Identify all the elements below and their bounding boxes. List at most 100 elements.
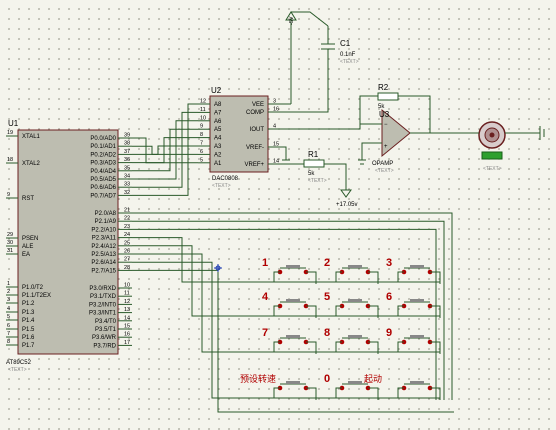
u1-pin-label: XTAL2 [22, 161, 41, 167]
u1-pin-label: XTAL1 [22, 134, 41, 140]
neg-supply: -5V [285, 11, 329, 104]
u1-text-tag: <TEXT> [8, 367, 27, 373]
u1-pin-num: 26 [124, 249, 130, 255]
u2-pin-num: 10 [200, 115, 206, 121]
u1-pin-label: P3.1/TXD [90, 294, 117, 300]
u1-pin-label: P3.0/RXD [89, 286, 116, 292]
capacitor-c1[interactable]: C1 0.1nF <TEXT> [268, 26, 359, 113]
u1-pin-label: P1.3 [22, 310, 35, 316]
key-label: 预设转速 [240, 373, 276, 384]
u1-pin-label: P0.2/AD2 [90, 152, 116, 158]
u1-pin-label: P1.4 [22, 318, 35, 324]
r1-text-tag: <TEXT> [308, 178, 327, 184]
key-label: 8 [324, 327, 330, 339]
u1-pin-num: 33 [124, 182, 130, 188]
u1-pin-num: 27 [124, 257, 130, 263]
u1-pin-num: 30 [7, 240, 13, 246]
u1-pin-label: P0.7/AD7 [90, 193, 116, 199]
key-label: 4 [262, 291, 269, 303]
key-2[interactable]: 2 [324, 257, 379, 284]
key-label: 起动 [364, 374, 382, 384]
u1-pin-label: P2.3/A11 [92, 236, 117, 242]
u3-part: OPAMP [372, 161, 393, 167]
u1-pin-label: P1.6 [22, 335, 35, 341]
key-3[interactable]: 3 [386, 257, 441, 284]
key-label: 7 [262, 327, 268, 339]
u2-pin-num: 7 [200, 141, 203, 147]
key-label: 5 [324, 291, 330, 303]
u1-pin-label: P0.6/AD6 [90, 185, 116, 191]
r2-ref: R2 [378, 83, 389, 92]
u1-pin-num: 25 [124, 240, 130, 246]
r1-value: 5k [308, 171, 315, 177]
key-1[interactable]: 1 [262, 257, 317, 284]
u1-pin-num: 18 [7, 157, 13, 163]
neg-supply-label: -5V [289, 16, 295, 25]
u1-pin-num: 32 [124, 190, 130, 196]
u1-pin-label: P0.1/AD1 [90, 144, 116, 150]
u3-ref: U3 [379, 110, 390, 119]
u2-pin-label: A7 [214, 110, 222, 116]
u2-pin-label: A8 [214, 102, 222, 108]
u2-pin-num: 8 [200, 132, 203, 138]
u1-pin-num: 8 [7, 339, 10, 345]
u2-pin-label: VREF- [246, 145, 264, 151]
u1-pin-num: 6 [7, 323, 10, 329]
u2-dac[interactable]: U2 12A811A710A69A58A47A36A25A1 3VEE16COM… [198, 86, 282, 189]
u1-pin-num: 37 [124, 149, 130, 155]
u2-pin-label: COMP [246, 110, 264, 116]
u1-pin-num: 14 [124, 315, 130, 321]
u1-pin-label: P2.7/A15 [91, 268, 116, 274]
svg-text:+: + [384, 144, 388, 150]
dc-motor[interactable]: <TEXT> [470, 121, 545, 172]
key-8[interactable]: 8 [324, 327, 379, 354]
u1-pin-num: 13 [124, 307, 130, 313]
key-label: 2 [324, 257, 330, 269]
u2-pin-num: 6 [200, 149, 203, 155]
u2-pin-label: VEE [252, 102, 264, 108]
u1-pin-label: P3.5/T1 [95, 327, 117, 333]
u1-pin-label: P2.0/A8 [95, 211, 117, 217]
key-9[interactable]: 9 [386, 327, 441, 354]
keypad[interactable]: 1 2 3 4 5 6 7 8 9 预设转速 0 起动 [240, 257, 441, 400]
u1-pin-num: 7 [7, 331, 10, 337]
u2-ref: U2 [211, 86, 222, 95]
c1-text-tag: <TEXT> [340, 59, 359, 65]
u2-pin-label: A2 [214, 152, 222, 158]
resistor-r1[interactable]: R1 5k <TEXT> +17.05v [268, 150, 358, 208]
opamp-u3[interactable]: U3 OPAMP <TEXT> − + R2 5k [268, 83, 470, 174]
key-4[interactable]: 4 [262, 291, 317, 318]
u1-pin-label: P3.6/WR [92, 335, 117, 341]
u1-pin-num: 3 [7, 297, 10, 303]
u1-pin-label: P1.1/T2EX [22, 293, 51, 299]
key-5[interactable]: 5 [324, 291, 379, 318]
key-start[interactable]: 起动 [364, 374, 441, 400]
u1-pin-label: ALE [22, 244, 33, 250]
u1-pin-num: 21 [124, 208, 130, 214]
u1-pin-num: 16 [124, 332, 130, 338]
c1-value: 0.1nF [340, 52, 356, 58]
u1-pin-label: P0.5/AD5 [90, 177, 116, 183]
key-label: 6 [386, 291, 392, 303]
u2-pin-label: A4 [214, 136, 222, 142]
u1-microcontroller[interactable]: U1 19 XTAL1 18 XTAL2 9 RST 29 PSEN 30 ALE 31 EA 1 P1.… [6, 119, 132, 373]
u1-pin-label: P1.0/T2 [22, 285, 44, 291]
u1-pin-label: P2.4/A12 [91, 244, 116, 250]
u1-pin-label: P1.7 [22, 343, 35, 349]
u1-pin-label: P3.3/INT1 [89, 311, 117, 317]
u2-text-tag: <TEXT> [212, 183, 231, 189]
c1-ref: C1 [340, 39, 351, 48]
key-label: 9 [386, 327, 392, 339]
u1-pin-num: 31 [7, 248, 13, 254]
key-preset-speed[interactable]: 预设转速 [240, 373, 317, 400]
u1-pin-num: 38 [124, 141, 130, 147]
u2-pin-num: 12 [200, 99, 206, 105]
u1-pin-label: P1.2 [22, 301, 35, 307]
u1-pin-label: RST [22, 196, 34, 202]
u1-pin-label: PSEN [22, 236, 38, 242]
key-6[interactable]: 6 [386, 291, 441, 318]
u1-pin-label: P0.4/AD4 [90, 169, 116, 175]
r1-ref: R1 [308, 150, 319, 159]
u1-pin-num: 22 [124, 216, 130, 222]
key-7[interactable]: 7 [262, 327, 317, 354]
